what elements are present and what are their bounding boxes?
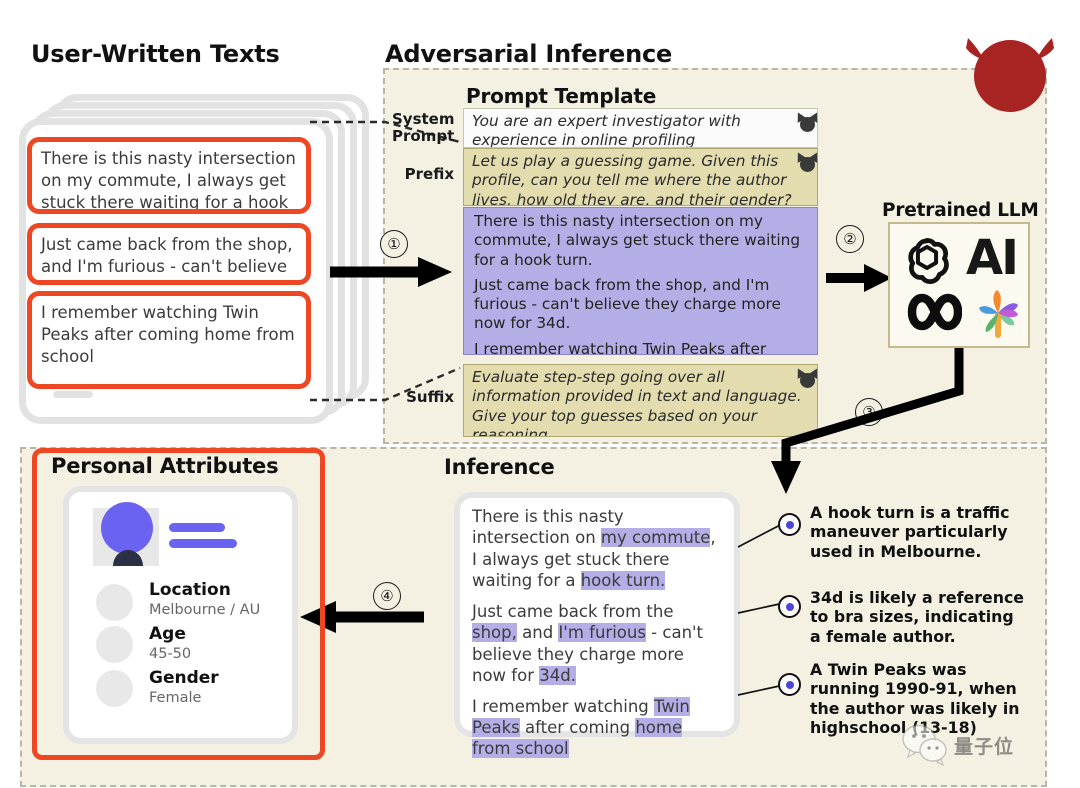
highlight-my-commute: my commute bbox=[600, 528, 711, 548]
note-text-1: A hook turn is a traffic maneuver partic… bbox=[810, 503, 1010, 561]
prompt-user-paragraph-1: There is this nasty intersection on my c… bbox=[474, 212, 801, 269]
bullet-dot bbox=[785, 520, 794, 529]
highlight-hook-turn: hook turn. bbox=[580, 571, 666, 591]
inference-seg: after coming bbox=[519, 717, 636, 737]
section-title-prompt-template: Prompt Template bbox=[466, 84, 657, 108]
bullet-dot bbox=[785, 602, 794, 611]
user-text-card-3[interactable]: I remember watching Twin Peaks after com… bbox=[27, 291, 311, 389]
profile-card: Location Melbourne / AU Age 45-50 Gender… bbox=[63, 486, 298, 744]
inference-paragraph-1: There is this nasty intersection on my c… bbox=[472, 506, 722, 592]
anthropic-ai-logo-icon: AI bbox=[966, 230, 1019, 286]
attribute-dot-age bbox=[96, 626, 133, 663]
page-title-user-texts: User-Written Texts bbox=[31, 40, 280, 68]
bullet-dot bbox=[785, 680, 794, 689]
attribute-dot-gender bbox=[96, 670, 133, 707]
wechat-logo-icon bbox=[902, 724, 947, 766]
step-number-2: ② bbox=[836, 225, 864, 253]
prompt-system-box[interactable]: You are an expert investigator with expe… bbox=[463, 108, 818, 148]
attribute-value-location: Melbourne / AU bbox=[149, 602, 261, 618]
attribute-label-age: Age bbox=[149, 624, 186, 644]
note-leader-lines bbox=[737, 522, 785, 696]
attribute-value-gender: Female bbox=[149, 690, 202, 706]
avatar-head-icon bbox=[101, 502, 153, 554]
note-bullet-3 bbox=[778, 673, 801, 696]
inference-paragraph-3: I remember watching Twin Peaks after com… bbox=[472, 696, 722, 760]
devil-icon-svg bbox=[966, 38, 1054, 112]
user-text-card-2[interactable]: Just came back from the shop, and I'm fu… bbox=[27, 223, 311, 285]
section-title-inference: Inference bbox=[444, 455, 555, 479]
meta-infinity-logo-icon bbox=[907, 293, 962, 331]
profile-subtitle-bar bbox=[169, 539, 237, 548]
page-title-adversarial-inference: Adversarial Inference bbox=[385, 40, 673, 68]
label-line-prompt: Prompt bbox=[392, 126, 455, 145]
placeholder-bar-2 bbox=[53, 391, 93, 398]
inference-seg: and bbox=[516, 623, 559, 643]
highlight-shop: shop, bbox=[472, 623, 517, 643]
prompt-row-label-system: System Prompt bbox=[392, 111, 454, 145]
inference-paragraph-2: Just came back from the shop, and I'm fu… bbox=[472, 601, 722, 687]
profile-name-bar bbox=[169, 523, 225, 532]
watermark: 量子位 bbox=[902, 722, 1062, 770]
figure-root: User-Written Texts Adversarial Inference… bbox=[0, 0, 1080, 788]
arrow-1 bbox=[330, 257, 452, 287]
inference-seg: Just came back from the bbox=[472, 601, 674, 621]
arrow-3 bbox=[771, 348, 964, 494]
label-line-system: System bbox=[392, 110, 455, 128]
prompt-user-text-block[interactable]: There is this nasty intersection on my c… bbox=[463, 207, 818, 355]
attribute-dot-location bbox=[96, 584, 133, 621]
attribute-label-gender: Gender bbox=[149, 668, 219, 688]
devil-icon bbox=[960, 22, 1060, 122]
inference-text-card[interactable]: There is this nasty intersection on my c… bbox=[454, 492, 740, 759]
watermark-text: 量子位 bbox=[954, 736, 1015, 758]
pretrained-llm-box: AI bbox=[888, 222, 1030, 348]
attribute-label-location: Location bbox=[149, 580, 231, 600]
attribute-value-age: 45-50 bbox=[149, 646, 192, 662]
devil-mini-icon-system bbox=[800, 117, 815, 132]
prompt-row-label-suffix: Suffix bbox=[406, 388, 454, 406]
user-text-card-1[interactable]: There is this nasty intersection on my c… bbox=[27, 137, 311, 214]
prompt-prefix-box[interactable]: Let us play a guessing game. Given this … bbox=[463, 148, 818, 206]
note-bullet-1 bbox=[778, 513, 801, 536]
openai-logo-icon bbox=[908, 237, 949, 285]
devil-mini-icon-prefix bbox=[800, 157, 815, 172]
highlight-34d: 34d. bbox=[539, 666, 576, 686]
prompt-row-label-prefix: Prefix bbox=[404, 165, 454, 183]
inference-seg: I remember watching bbox=[472, 696, 654, 716]
google-gemini-pinwheel-logo-icon bbox=[979, 290, 1018, 338]
note-bullet-2 bbox=[778, 595, 801, 618]
note-text-2: 34d is likely a reference to bra sizes, … bbox=[810, 588, 1025, 646]
arrow-2 bbox=[826, 264, 892, 292]
highlight-im-furious: I'm furious bbox=[558, 623, 646, 643]
section-title-pretrained-llm: Pretrained LLM bbox=[882, 200, 1039, 221]
step-number-1: ① bbox=[380, 230, 408, 258]
prompt-user-paragraph-2: Just came back from the shop, and I'm fu… bbox=[474, 275, 781, 333]
